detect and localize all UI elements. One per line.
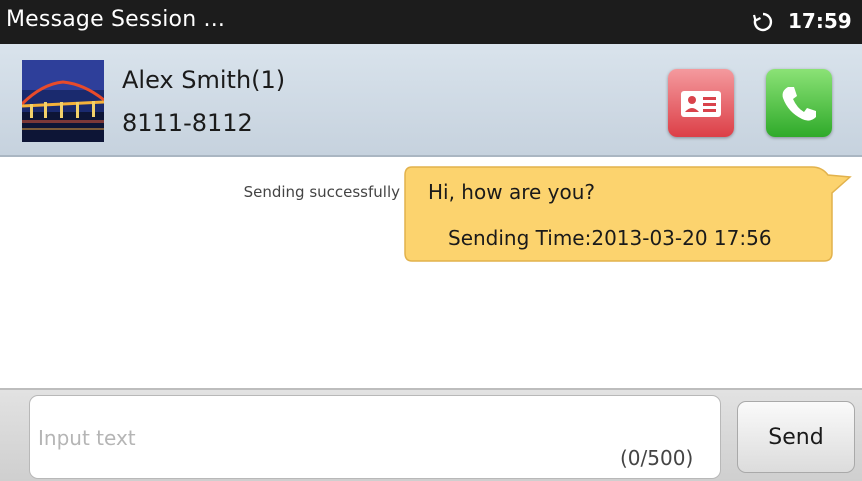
call-button[interactable]: [766, 69, 832, 137]
contact-details-button[interactable]: [668, 69, 734, 137]
contact-number: 8111-8112: [122, 109, 253, 137]
character-counter: (0/500): [620, 446, 694, 470]
input-placeholder: Input text: [38, 426, 136, 450]
avatar: [22, 60, 104, 142]
contact-card-icon: [681, 91, 721, 117]
message-timestamp: Sending Time:2013-03-20 17:56: [448, 226, 772, 250]
contact-name: Alex Smith(1): [122, 66, 286, 94]
clock: 17:59: [788, 9, 852, 33]
message-text: Hi, how are you?: [428, 180, 596, 204]
sync-icon: [752, 12, 773, 32]
status-bar: Message Session ... 17:59: [0, 0, 862, 44]
contact-header: Alex Smith(1) 8111-8112: [0, 44, 862, 157]
phone-icon: [782, 87, 816, 121]
send-button[interactable]: Send: [737, 401, 855, 473]
screen-title: Message Session ...: [6, 7, 226, 32]
message-status: Sending successfully: [243, 183, 400, 201]
